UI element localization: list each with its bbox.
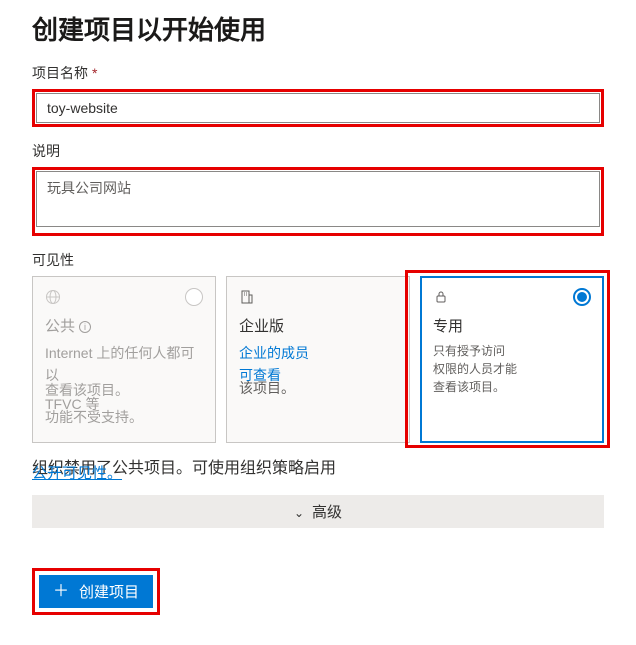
globe-icon	[45, 289, 61, 305]
private-desc-2: 权限的人员才能	[433, 360, 591, 378]
public-desc-4: 功能不受支持。	[45, 406, 203, 428]
enterprise-link-1: 企业的成员	[239, 342, 397, 364]
info-icon: i	[79, 321, 91, 333]
visibility-option-private[interactable]: 专用 只有授予访问 权限的人员才能 查看该项目。	[420, 276, 604, 443]
enterprise-desc-after: 该项目。	[239, 377, 397, 399]
description-highlight: 玩具公司网站	[32, 167, 604, 236]
required-mark: *	[92, 65, 97, 81]
public-title: 公共 i	[45, 315, 203, 336]
create-project-button[interactable]: ＋ 创建项目	[39, 575, 153, 608]
visibility-section: 可见性 公共i Internet 上的任何人都可以 查看该项目。 TFVC 等 …	[32, 250, 604, 443]
enterprise-title: 企业版	[239, 315, 397, 336]
lock-icon	[433, 289, 449, 305]
page-title: 创建项目以开始使用	[32, 10, 604, 47]
chevron-down-icon: ⌄	[294, 506, 304, 520]
project-name-highlight	[32, 89, 604, 127]
description-label: 说明	[32, 141, 604, 161]
advanced-label: 高级	[312, 504, 342, 521]
visibility-option-public: 公共i Internet 上的任何人都可以 查看该项目。 TFVC 等 功能不受…	[32, 276, 216, 443]
plus-icon: ＋	[53, 584, 69, 600]
label-text: 项目名称	[32, 65, 88, 81]
private-title: 专用	[433, 315, 591, 336]
radio-public	[185, 288, 203, 306]
create-button-label: 创建项目	[79, 581, 139, 602]
visibility-label: 可见性	[32, 250, 604, 270]
description-field: 说明 玩具公司网站	[32, 141, 604, 236]
project-name-input[interactable]	[36, 93, 600, 123]
project-name-field: 项目名称*	[32, 63, 604, 127]
advanced-toggle[interactable]: ⌄ 高级	[32, 495, 604, 528]
create-button-highlight: ＋ 创建项目	[32, 568, 160, 615]
private-desc-1: 只有授予访问	[433, 342, 591, 360]
description-input[interactable]: 玩具公司网站	[36, 171, 600, 227]
title-text: 公共	[45, 318, 75, 335]
public-disabled-note: 组织禁用了公共项目。可使用组织策略启用 公开可见性。	[32, 457, 604, 486]
radio-private[interactable]	[573, 288, 591, 306]
project-name-label: 项目名称*	[32, 63, 604, 83]
visibility-option-enterprise[interactable]: 企业版 企业的成员 可查看 该项目。	[226, 276, 410, 443]
building-icon	[239, 289, 255, 305]
private-desc-3: 查看该项目。	[433, 378, 591, 396]
